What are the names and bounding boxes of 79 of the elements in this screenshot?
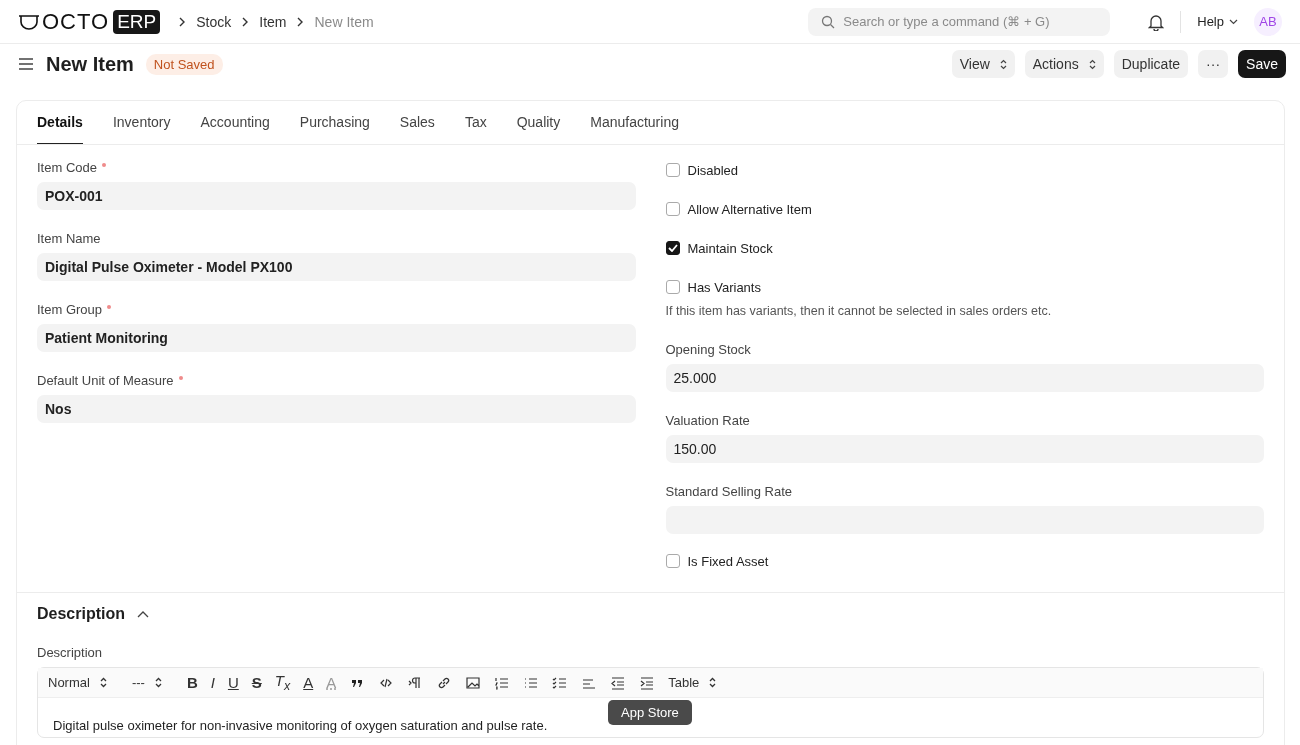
checkbox-label: Allow Alternative Item bbox=[687, 201, 812, 217]
sort-caret-icon bbox=[99, 677, 107, 688]
input-field[interactable]: 25.000 bbox=[665, 364, 1264, 392]
tab[interactable]: Purchasing bbox=[299, 101, 370, 144]
menu-icon[interactable] bbox=[18, 57, 34, 71]
save-button[interactable]: Save bbox=[1238, 50, 1286, 78]
checkbox-label: Is Fixed Asset bbox=[687, 553, 769, 569]
checkbox[interactable] bbox=[665, 280, 680, 294]
format-button[interactable]: U bbox=[227, 674, 239, 691]
format-button[interactable]: I bbox=[210, 674, 215, 691]
format-button[interactable]: S bbox=[251, 674, 262, 691]
indent-icon[interactable] bbox=[639, 674, 656, 691]
sort-caret-icon bbox=[154, 677, 162, 688]
image-icon[interactable] bbox=[465, 674, 482, 691]
format-button[interactable]: T$_{x}$ bbox=[274, 672, 291, 693]
checkbox-label: Maintain Stock bbox=[687, 240, 773, 256]
field-label: Opening Stock bbox=[665, 342, 751, 357]
help-menu[interactable]: Help bbox=[1197, 14, 1238, 29]
chevron-right-icon bbox=[178, 16, 187, 27]
breadcrumb-link[interactable]: Item bbox=[259, 13, 287, 30]
tab[interactable]: Manufacturing bbox=[590, 101, 679, 144]
format-dropdown[interactable]: Normal bbox=[48, 675, 107, 690]
tab[interactable]: Accounting bbox=[200, 101, 270, 144]
field-label: Item Name bbox=[37, 231, 101, 246]
toolbar-button[interactable]: ··· bbox=[1198, 50, 1229, 78]
toolbar-button[interactable]: Duplicate bbox=[1113, 50, 1189, 78]
tab[interactable]: Quality bbox=[516, 101, 561, 144]
page-title: New Item bbox=[46, 52, 134, 76]
sort-caret-icon bbox=[1088, 58, 1096, 70]
logo-badge: ERP bbox=[113, 9, 161, 34]
status-indicator: Not Saved bbox=[145, 53, 223, 75]
field-label: Description bbox=[37, 645, 103, 660]
input-field[interactable]: Nos bbox=[37, 395, 636, 423]
breadcrumb-link[interactable]: New Item bbox=[314, 13, 374, 30]
format-button[interactable]: A bbox=[303, 674, 314, 691]
dropdown-button[interactable]: Actions bbox=[1024, 50, 1104, 78]
format-dropdown[interactable]: Table bbox=[668, 675, 717, 690]
user-avatar[interactable]: AB bbox=[1254, 7, 1282, 36]
chevron-right-icon bbox=[296, 16, 305, 27]
tab[interactable]: Tax bbox=[464, 101, 487, 144]
input-field[interactable]: Digital Pulse Oximeter - Model PX100 bbox=[37, 253, 636, 281]
sort-caret-icon bbox=[709, 677, 717, 688]
required-mark-icon bbox=[107, 305, 112, 309]
section-title: Description bbox=[37, 605, 125, 623]
logo-mark-icon bbox=[18, 12, 40, 31]
input-field[interactable]: POX-001 bbox=[37, 182, 636, 210]
format-dropdown[interactable]: --- bbox=[131, 675, 162, 690]
checkbox[interactable] bbox=[665, 554, 680, 568]
search-icon bbox=[821, 14, 836, 29]
outdent-icon[interactable] bbox=[610, 674, 627, 691]
checkbox[interactable] bbox=[665, 202, 680, 216]
chevron-right-icon bbox=[241, 16, 250, 27]
required-mark-icon bbox=[102, 163, 106, 167]
checkbox-label: Disabled bbox=[687, 162, 739, 178]
checkbox[interactable] bbox=[665, 163, 680, 177]
field-label: Default Unit of Measure bbox=[37, 373, 174, 388]
sort-caret-icon bbox=[999, 58, 1007, 70]
checkbox-label: Has Variants bbox=[687, 279, 761, 295]
notification-bell-icon[interactable] bbox=[1148, 12, 1165, 31]
checkbox[interactable] bbox=[665, 241, 680, 255]
tab[interactable]: Sales bbox=[399, 101, 435, 144]
help-text: If this item has variants, then it cannot be selected in sales orders etc. bbox=[665, 304, 1053, 318]
logo-text[interactable]: OCTO bbox=[42, 8, 110, 35]
tooltip: App Store bbox=[608, 700, 692, 725]
format-button[interactable]: B bbox=[186, 674, 198, 691]
field-label: Valuation Rate bbox=[665, 413, 750, 428]
input-field[interactable]: 150.00 bbox=[665, 435, 1264, 463]
field-label: Standard Selling Rate bbox=[665, 484, 792, 499]
dropdown-button[interactable]: View bbox=[951, 50, 1015, 78]
required-mark-icon bbox=[178, 376, 183, 380]
collapse-chevron-icon[interactable] bbox=[137, 610, 149, 618]
input-field[interactable]: Patient Monitoring bbox=[37, 324, 636, 352]
tab[interactable]: Details bbox=[37, 101, 83, 144]
breadcrumb-link[interactable]: Stock bbox=[196, 13, 232, 30]
tab[interactable]: Inventory bbox=[112, 101, 171, 144]
field-label: Item Code bbox=[37, 160, 97, 175]
search-field[interactable]: Search or type a command (⌘ + G) bbox=[808, 7, 1111, 36]
field-label: Item Group bbox=[37, 302, 103, 317]
chevron-down-icon bbox=[1229, 18, 1238, 25]
